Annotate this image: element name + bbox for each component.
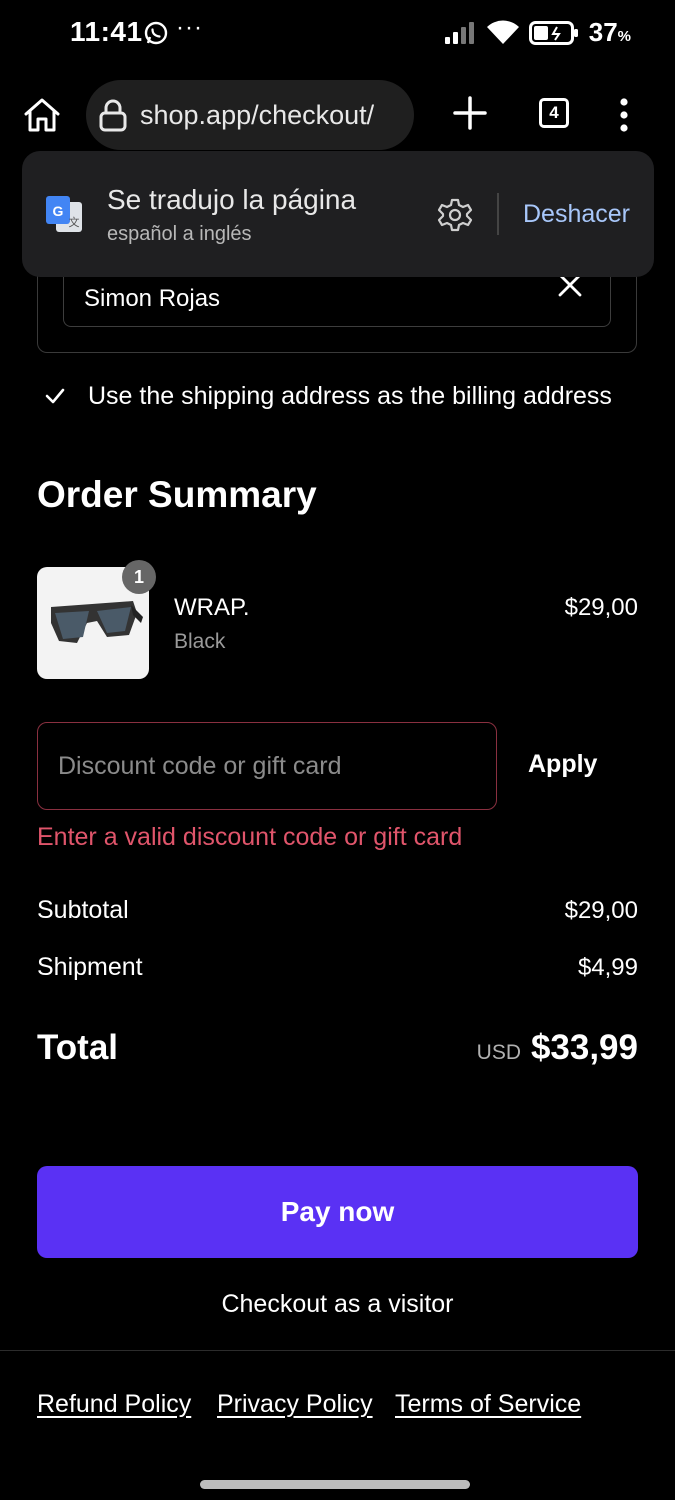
billing-same-label[interactable]: Use the shipping address as the billing … [88, 382, 612, 411]
product-variant: Black [174, 630, 226, 653]
pay-now-button[interactable]: Pay now [37, 1166, 638, 1258]
subtotal-label: Subtotal [37, 896, 129, 924]
status-time: 11:41 [70, 16, 143, 47]
privacy-policy-link[interactable]: Privacy Policy [217, 1390, 373, 1419]
product-name: WRAP. [174, 594, 250, 621]
discount-code-input[interactable] [37, 722, 497, 810]
gear-icon[interactable] [437, 197, 473, 233]
order-summary-title: Order Summary [37, 474, 317, 515]
apply-discount-button[interactable]: Apply [528, 750, 597, 779]
google-translate-icon: G 文 [46, 196, 82, 232]
svg-text:G: G [53, 203, 64, 219]
battery-percent: 37% [588, 17, 631, 47]
new-tab-icon[interactable] [452, 95, 488, 131]
translate-title: Se tradujo la página [107, 184, 357, 215]
subtotal-value: $29,00 [564, 897, 638, 924]
wifi-icon [486, 20, 519, 44]
discount-error-message: Enter a valid discount code or gift card [37, 823, 463, 851]
total-label: Total [37, 1028, 119, 1067]
status-indicators: 37% [444, 17, 631, 48]
checkout-as-visitor-link[interactable]: Checkout as a visitor [0, 1290, 675, 1319]
total-currency: USD [476, 1041, 521, 1064]
translate-popup: G 文 Se tradujo la página español a inglé… [22, 151, 654, 277]
lock-icon[interactable] [98, 98, 128, 132]
total-value: $33,99 [530, 1028, 638, 1067]
shipment-label: Shipment [37, 953, 143, 981]
address-bar[interactable]: shop.app/checkout/ [86, 80, 414, 150]
battery-icon [528, 20, 578, 45]
quantity-badge: 1 [122, 560, 156, 594]
checkmark-icon[interactable] [44, 385, 66, 407]
home-icon[interactable] [22, 95, 62, 135]
undo-translation-button[interactable]: Deshacer [523, 200, 630, 229]
whatsapp-icon [144, 21, 168, 45]
svg-text:文: 文 [69, 215, 80, 229]
more-notifications-icon: ··· [176, 14, 203, 41]
home-indicator[interactable] [200, 1480, 470, 1489]
tab-switcher-button[interactable]: 4 [539, 98, 569, 128]
url-text[interactable]: shop.app/checkout/ [140, 100, 374, 131]
overflow-menu-icon[interactable] [616, 98, 632, 132]
translate-divider [497, 193, 499, 235]
translate-subtitle: español a inglés [107, 223, 252, 245]
shipment-value: $4,99 [577, 954, 638, 981]
terms-of-service-link[interactable]: Terms of Service [395, 1390, 581, 1419]
refund-policy-link[interactable]: Refund Policy [37, 1390, 191, 1419]
name-field-value[interactable]: Simon Rojas [84, 285, 220, 313]
signal-icon [444, 21, 474, 44]
footer-divider [0, 1350, 675, 1351]
product-price: $29,00 [564, 594, 638, 621]
